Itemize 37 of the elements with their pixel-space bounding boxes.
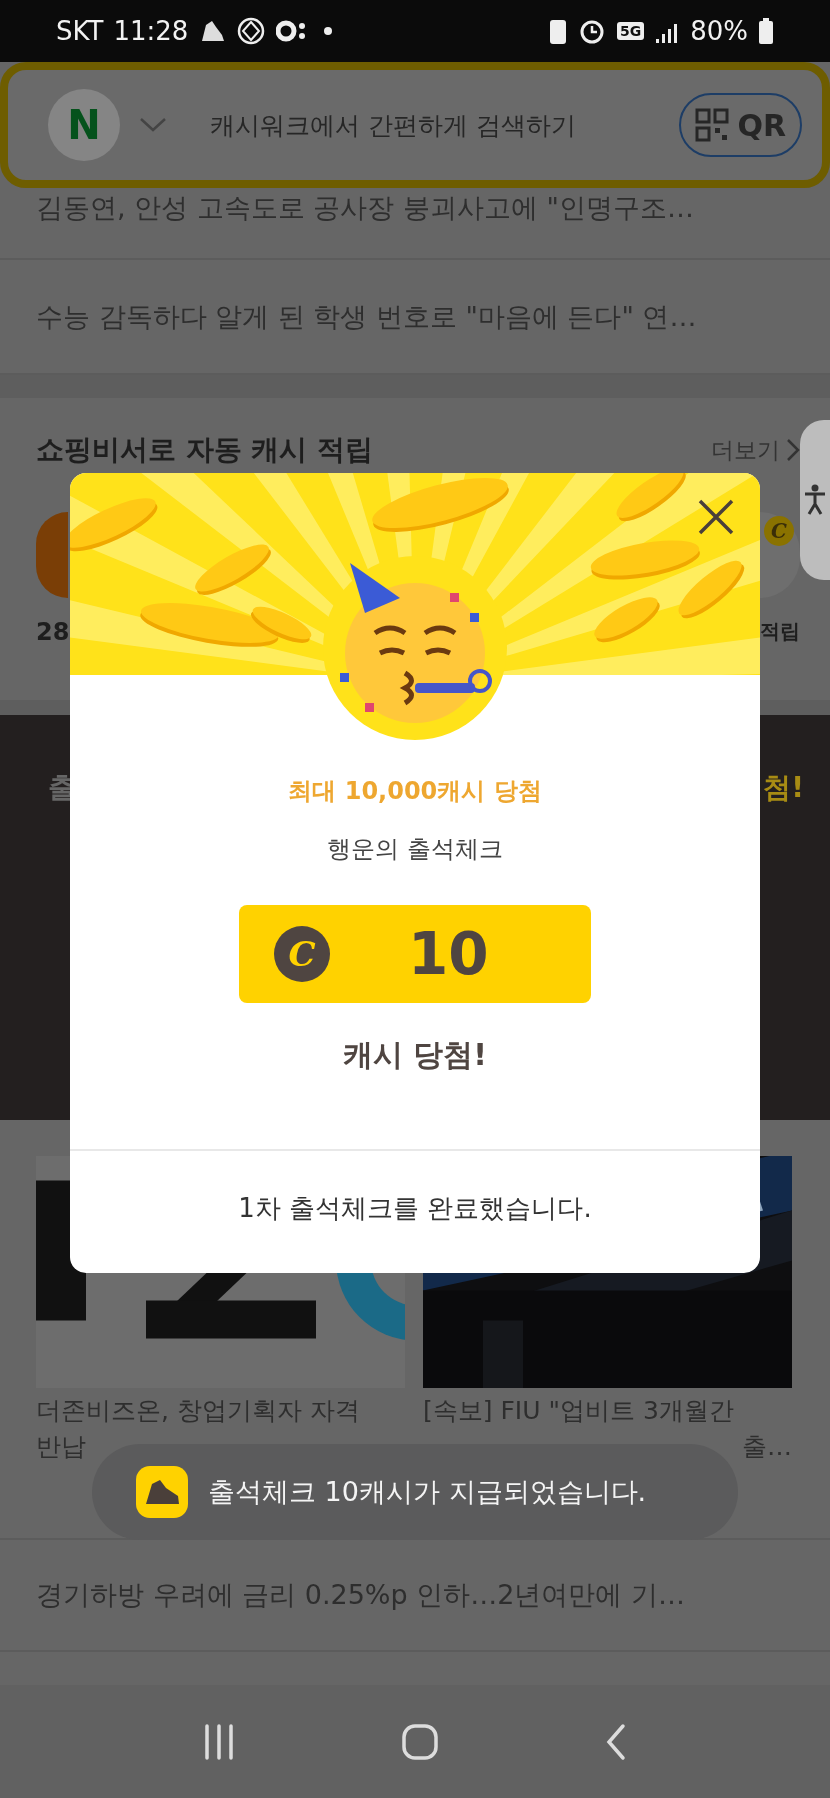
coin-badge: C — [764, 516, 794, 546]
search-field[interactable]: N 캐시워크에서 간편하게 검색하기 QR — [0, 62, 830, 188]
accessibility-tab[interactable] — [800, 420, 830, 580]
battery-saver-icon — [548, 17, 567, 45]
chevron-right-icon — [786, 438, 800, 462]
home-icon — [400, 1721, 440, 1762]
battery-text: 80% — [690, 16, 748, 46]
news-title: [속보] FIU "업비트 3개월간 — [423, 1395, 734, 1427]
amount-text: 10 — [408, 920, 489, 988]
toast-message: 출석체크 10캐시가 지급되었습니다. — [208, 1475, 647, 1509]
qr-button[interactable]: QR — [679, 93, 802, 157]
battery-icon — [758, 17, 774, 45]
close-icon — [696, 497, 736, 537]
close-button[interactable] — [696, 497, 736, 537]
clock-text: 11:28 — [113, 16, 189, 46]
gem-icon — [236, 16, 267, 46]
news-item[interactable]: 김동연, 안성 고속도로 공사장 붕괴사고에 "인명구조… — [0, 188, 830, 260]
completion-message: 1차 출석체크를 완료했습니다. — [238, 1191, 592, 1225]
banner-text: 첨! — [763, 770, 804, 806]
section-title: 쇼핑비서로 자동 캐시 적립 — [36, 432, 374, 468]
logo-text: N — [48, 89, 120, 161]
accessibility-icon — [803, 484, 827, 516]
shop-logo-icon[interactable]: C — [760, 512, 800, 598]
news-title: 반납 — [36, 1431, 86, 1463]
result-text: 캐시 당첨! — [342, 1036, 488, 1074]
event-title: 행운의 출석체크 — [327, 834, 503, 865]
carrier-text: SKT — [56, 16, 104, 46]
coin-icon: C — [274, 926, 330, 982]
search-placeholder: 캐시워크에서 간편하게 검색하기 — [210, 109, 577, 142]
prize-headline: 최대 10,000캐시 당첨 — [288, 776, 542, 807]
shop-label: 적립 — [760, 618, 800, 645]
news-title: 더존비즈온, 창업기획자 자격 — [36, 1395, 360, 1427]
shop-label: 28 — [36, 618, 70, 646]
qr-code-icon — [695, 108, 730, 142]
network-text: 5G — [616, 22, 645, 40]
news-title: 출… — [742, 1431, 792, 1463]
party-face-icon — [320, 553, 510, 743]
